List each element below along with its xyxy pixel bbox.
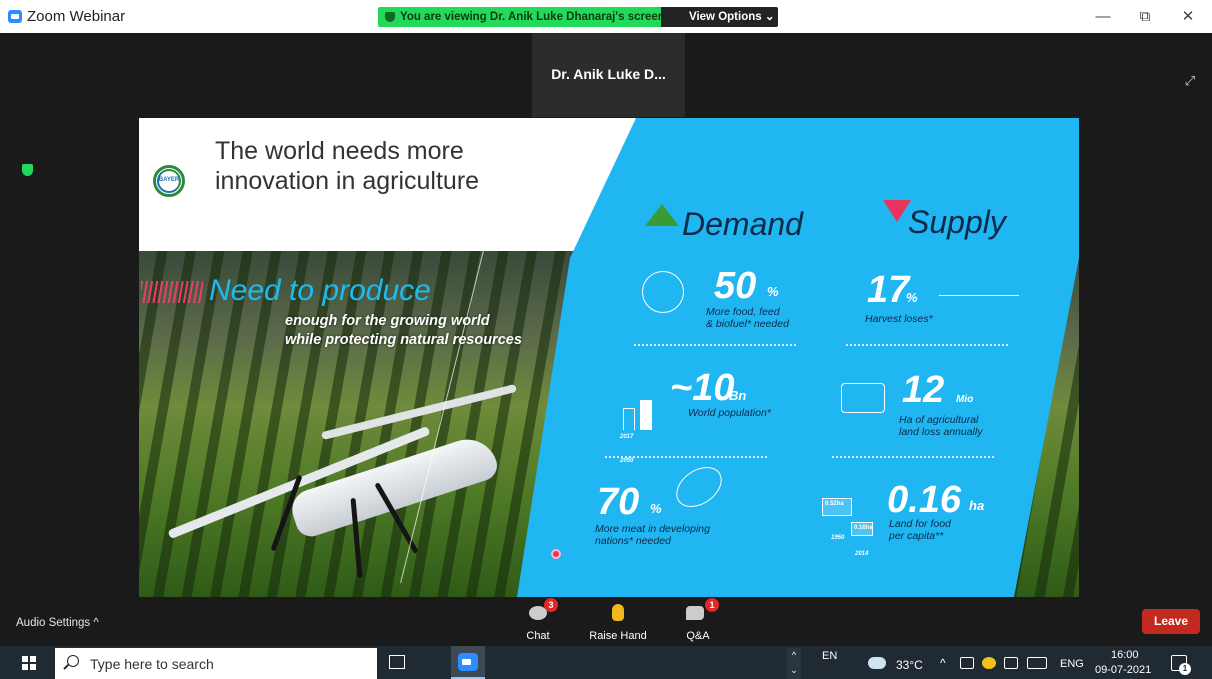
notification-icon[interactable]: 1	[1171, 655, 1191, 675]
raise-hand-button[interactable]: Raise Hand	[586, 598, 650, 646]
qa-button[interactable]: 1 Q&A	[678, 598, 719, 646]
close-button[interactable]: ✕	[1176, 6, 1200, 28]
audio-settings-button[interactable]: Audio Settings ^	[16, 617, 99, 629]
globe-icon	[642, 271, 684, 313]
meat-stat-unit: %	[650, 501, 662, 516]
supply-triangle-icon	[883, 200, 911, 222]
zoom-app-icon	[458, 653, 478, 671]
weather-icon[interactable]	[868, 653, 886, 669]
presentation-slide: BAYER The world needs more innovation in…	[139, 118, 1079, 597]
shield-icon	[385, 12, 395, 22]
qa-label: Q&A	[686, 630, 710, 642]
zoom-logo-icon	[8, 10, 22, 23]
notification-count: 1	[1179, 663, 1191, 675]
food-stat-unit: %	[767, 284, 779, 299]
chat-button[interactable]: 3 Chat	[516, 598, 560, 646]
window-title: Zoom Webinar	[27, 8, 126, 25]
tray-overflow-chevron[interactable]: ^	[940, 656, 946, 670]
window-titlebar: Zoom Webinar You are viewing Dr. Anik Lu…	[0, 0, 1212, 33]
taskbar-zoom-app[interactable]	[451, 646, 485, 679]
population-years: 2017 2050	[620, 434, 634, 464]
land-stat-desc: Ha of agricultural land loss annually	[899, 414, 983, 438]
population-chart-icon	[623, 408, 635, 430]
taskbar-search-input[interactable]: Type here to search	[55, 648, 377, 679]
chat-badge: 3	[544, 598, 558, 612]
clock-date[interactable]: 09-07-2021	[1095, 664, 1151, 676]
language-indicator[interactable]: ENG	[1060, 658, 1084, 670]
capita-chart-2014: 0.16ha	[851, 522, 873, 536]
security-shield-icon[interactable]	[22, 164, 33, 176]
capita-stat-unit: ha	[969, 498, 985, 513]
capita-year-2014: 2014	[855, 551, 869, 557]
keyboard-icon[interactable]	[1027, 657, 1047, 669]
dotted-separator	[846, 344, 1008, 346]
population-stat-unit: Bn	[729, 388, 747, 403]
need-to-produce-subtitle: enough for the growing world while prote…	[285, 313, 522, 348]
meeting-controls-bar: Audio Settings ^ 3 Chat Raise Hand 1 Q&A…	[0, 598, 1212, 646]
harvest-stat-desc: Harvest loses*	[865, 313, 933, 325]
speaker-video-tile[interactable]: Dr. Anik Luke D...	[532, 33, 685, 117]
population-stat-desc: World population*	[688, 407, 771, 419]
viewing-banner-text: You are viewing Dr. Anik Luke Dhanaraj's…	[400, 11, 665, 23]
qa-badge: 1	[705, 598, 719, 612]
supply-heading: Supply	[908, 204, 1006, 240]
search-icon	[67, 655, 79, 667]
land-stat-value: 12	[902, 369, 945, 411]
dotted-separator	[634, 344, 796, 346]
capita-chart-1950: 0.52ha	[822, 498, 852, 516]
qa-icon	[686, 606, 704, 620]
restore-button[interactable]: ⧉	[1133, 6, 1157, 28]
app-tray-icon[interactable]	[960, 657, 974, 669]
capita-stat-value: 0.16	[887, 479, 961, 521]
dotted-separator	[605, 456, 767, 458]
capita-year-1950: 1950	[831, 535, 845, 541]
capita-stat-desc: Land for food per capita**	[889, 518, 951, 542]
raise-hand-label: Raise Hand	[589, 630, 647, 642]
task-view-icon[interactable]	[389, 655, 405, 669]
food-stat-value: 50	[714, 265, 757, 307]
population-chart-bar	[640, 400, 652, 430]
population-stat-value: ~10	[670, 367, 735, 409]
search-placeholder: Type here to search	[90, 656, 214, 672]
chat-label: Chat	[526, 630, 550, 642]
meat-stat-desc: More meat in developing nations* needed	[595, 523, 710, 547]
minimize-button[interactable]: —	[1091, 6, 1115, 28]
crops-icon	[939, 295, 1019, 296]
raise-hand-icon	[612, 604, 624, 621]
farm-icon	[841, 383, 885, 413]
clock-time[interactable]: 16:00	[1111, 649, 1139, 661]
expand-icon[interactable]: ⤢	[1182, 73, 1198, 89]
dotted-separator	[832, 456, 994, 458]
food-stat-desc: More food, feed & biofuel* needed	[706, 306, 789, 330]
norton-tray-icon[interactable]	[982, 657, 996, 669]
scroll-chevron[interactable]: ^ ⌄	[787, 648, 801, 679]
leave-button[interactable]: Leave	[1142, 609, 1200, 634]
temperature[interactable]: 33°C	[896, 658, 923, 672]
bayer-logo: BAYER	[153, 165, 185, 197]
slide-title: The world needs more innovation in agric…	[215, 137, 480, 195]
harvest-stat-value: 17	[867, 269, 910, 311]
decorative-stripes	[141, 281, 203, 303]
demand-heading: Demand	[682, 206, 803, 242]
need-to-produce-heading: Need to produce	[209, 274, 431, 307]
speaker-name: Dr. Anik Luke D...	[551, 66, 666, 82]
windows-taskbar: Type here to search ^ ⌄ EN 33°C ^ ENG 16:…	[0, 646, 1212, 679]
laser-pointer	[551, 549, 561, 559]
meat-stat-value: 70	[597, 481, 640, 523]
view-options-button[interactable]: View Options ⌄	[661, 7, 778, 27]
windows-start-icon[interactable]	[22, 656, 36, 670]
battery-icon[interactable]	[1004, 657, 1018, 669]
input-language-short[interactable]: EN	[822, 650, 837, 662]
land-stat-unit: Mio	[956, 394, 974, 405]
viewing-screen-banner: You are viewing Dr. Anik Luke Dhanaraj's…	[378, 7, 665, 27]
demand-triangle-icon	[645, 204, 679, 226]
harvest-stat-unit: %	[906, 290, 918, 305]
